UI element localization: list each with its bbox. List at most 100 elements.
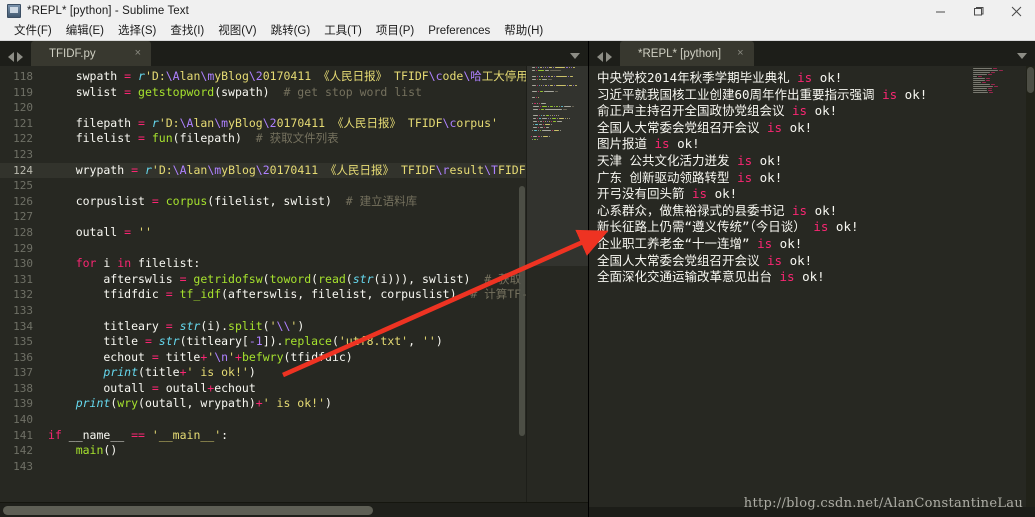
code-token: \T	[484, 162, 498, 177]
left-tab-strip: TFIDF.py ×	[0, 41, 588, 66]
code-token: str	[352, 271, 374, 286]
code-token: ode	[442, 69, 464, 83]
code-line[interactable]	[42, 412, 588, 428]
close-icon[interactable]	[997, 0, 1035, 22]
code-token: # 建立语料库	[345, 193, 418, 208]
code-token: replace	[283, 334, 332, 349]
menu-item-7[interactable]: 项目(P)	[369, 22, 421, 41]
code-minimap[interactable]	[526, 66, 588, 502]
repl-output-area[interactable]: 中央党校2014年秋季学期毕业典礼 is ok! 习近平就我国核工业创建60周年作…	[589, 66, 1035, 507]
line-number: 126	[13, 194, 33, 208]
nav-next-icon[interactable]	[17, 52, 23, 62]
nav-prev-icon[interactable]	[597, 52, 603, 62]
editor-horizontal-scrollbar[interactable]	[0, 502, 588, 517]
repl-output-line: 全国人大常委会党组召开会议 is ok!	[593, 253, 1035, 270]
code-line[interactable]: title = str(titleary[-1]).replace('utf8.…	[42, 334, 588, 350]
code-area[interactable]: swpath = r'D:\Alan\myBlog\20170411 《人民日报…	[42, 66, 588, 502]
code-token: getstopword	[138, 84, 215, 99]
code-token: outall	[48, 224, 125, 239]
code-token: 0170411 《人民日报》 TFIDF	[269, 162, 436, 177]
repl-vertical-scrollbar[interactable]	[1026, 66, 1035, 507]
code-line[interactable]: for i in filelist:	[42, 256, 588, 272]
code-line[interactable]	[42, 100, 588, 116]
scrollbar-thumb[interactable]	[519, 186, 525, 436]
tab-list-caret-icon[interactable]	[1017, 53, 1027, 59]
code-line[interactable]: outall = outall+echout	[42, 381, 588, 397]
repl-output-line: 全面深化交通运输改革意见出台 is ok!	[593, 269, 1035, 286]
code-token: =	[144, 334, 159, 349]
code-line[interactable]	[42, 147, 588, 163]
code-line[interactable]: swlist = getstopword(swpath) # get stop …	[42, 85, 588, 101]
code-token: (	[262, 271, 270, 286]
code-token: (tfidfdic)	[283, 349, 353, 364]
repl-keyword: is	[737, 152, 753, 168]
tab-list-caret-icon[interactable]	[570, 53, 580, 59]
code-token: corpus	[165, 193, 208, 208]
editor-vertical-scrollbar[interactable]	[518, 66, 526, 502]
close-icon[interactable]: ×	[135, 48, 141, 59]
code-token: print	[103, 365, 139, 380]
code-line[interactable]	[42, 209, 588, 225]
menu-item-8[interactable]: Preferences	[421, 22, 497, 41]
menu-item-3[interactable]: 查找(I)	[163, 22, 211, 41]
menu-item-0[interactable]: 文件(F)	[7, 22, 59, 41]
code-token: toword	[269, 271, 312, 286]
code-line[interactable]	[42, 241, 588, 257]
code-line[interactable]: wrypath = r'D:\Alan\myBlog\20170411 《人民日…	[42, 162, 588, 179]
code-editor[interactable]: 118 119 120 121 122 123 124 125 126 127 128 129 130 1…	[0, 66, 588, 502]
code-line[interactable]: filepath = r'D:\Alan\myBlog\20170411 《人民…	[42, 116, 588, 132]
menu-item-5[interactable]: 跳转(G)	[264, 22, 318, 41]
code-line[interactable]	[42, 178, 588, 194]
repl-status: ok!	[752, 152, 783, 168]
code-token: str	[158, 334, 180, 349]
code-line[interactable]: outall = ''	[42, 225, 588, 241]
code-token: 0170411 《人民日报》 TFIDF	[276, 115, 443, 130]
maximize-icon[interactable]	[959, 0, 997, 22]
code-token: r	[151, 115, 159, 130]
code-line[interactable]	[42, 459, 588, 475]
code-line[interactable]: filelist = fun(filepath) # 获取文件列表	[42, 131, 588, 147]
code-line[interactable]: main()	[42, 443, 588, 459]
code-line[interactable]: swpath = r'D:\Alan\myBlog\20170411 《人民日报…	[42, 69, 588, 85]
line-number: 129	[13, 241, 33, 255]
code-line[interactable]: afterswlis = getridofsw(toword(read(str(…	[42, 272, 588, 288]
code-line[interactable]: titleary = str(i).split('\\')	[42, 319, 588, 335]
tab-repl-python[interactable]: *REPL* [python] ×	[620, 41, 754, 66]
tab-tfidf-py[interactable]: TFIDF.py ×	[31, 41, 151, 66]
repl-keyword: is	[767, 119, 783, 135]
code-token: ''	[421, 334, 436, 349]
code-line[interactable]: print(wry(outall, wrypath)+' is ok!')	[42, 396, 588, 412]
menu-item-1[interactable]: 编辑(E)	[59, 22, 111, 41]
right-tab-nav	[589, 52, 620, 66]
code-line[interactable]: print(title+' is ok!')	[42, 365, 588, 381]
code-token: swpath	[48, 69, 125, 83]
code-token: =	[151, 193, 166, 208]
scrollbar-thumb[interactable]	[3, 506, 373, 515]
menu-item-9[interactable]: 帮助(H)	[497, 22, 550, 41]
menu-item-2[interactable]: 选择(S)	[111, 22, 163, 41]
code-token: filelist	[48, 131, 139, 146]
code-line[interactable]: echout = title+'\n'+befwry(tfidfdic)	[42, 350, 588, 366]
code-line[interactable]: tfidfdic = tf_idf(afterswlis, filelist, …	[42, 287, 588, 303]
nav-prev-icon[interactable]	[8, 52, 14, 62]
code-line[interactable]	[42, 303, 588, 319]
close-icon[interactable]: ×	[737, 48, 743, 59]
menu-item-6[interactable]: 工具(T)	[317, 22, 369, 41]
code-line[interactable]: if __name__ == '__main__':	[42, 428, 588, 444]
repl-title: 图片报道	[597, 136, 655, 152]
scrollbar-thumb[interactable]	[1027, 67, 1034, 93]
code-token: =	[124, 84, 139, 99]
code-token: :	[221, 427, 229, 442]
line-number: 137	[13, 366, 33, 380]
code-token: )	[248, 365, 256, 380]
window-controls	[921, 0, 1035, 22]
code-line[interactable]: corpuslist = corpus(filelist, swlist) # …	[42, 194, 588, 210]
repl-keyword: is	[767, 252, 783, 268]
code-token: orpus'	[456, 115, 498, 130]
menu-item-4[interactable]: 视图(V)	[211, 22, 263, 41]
minimize-icon[interactable]	[921, 0, 959, 22]
nav-next-icon[interactable]	[606, 52, 612, 62]
repl-minimap[interactable]	[973, 68, 1021, 94]
repl-keyword: is	[813, 219, 829, 235]
